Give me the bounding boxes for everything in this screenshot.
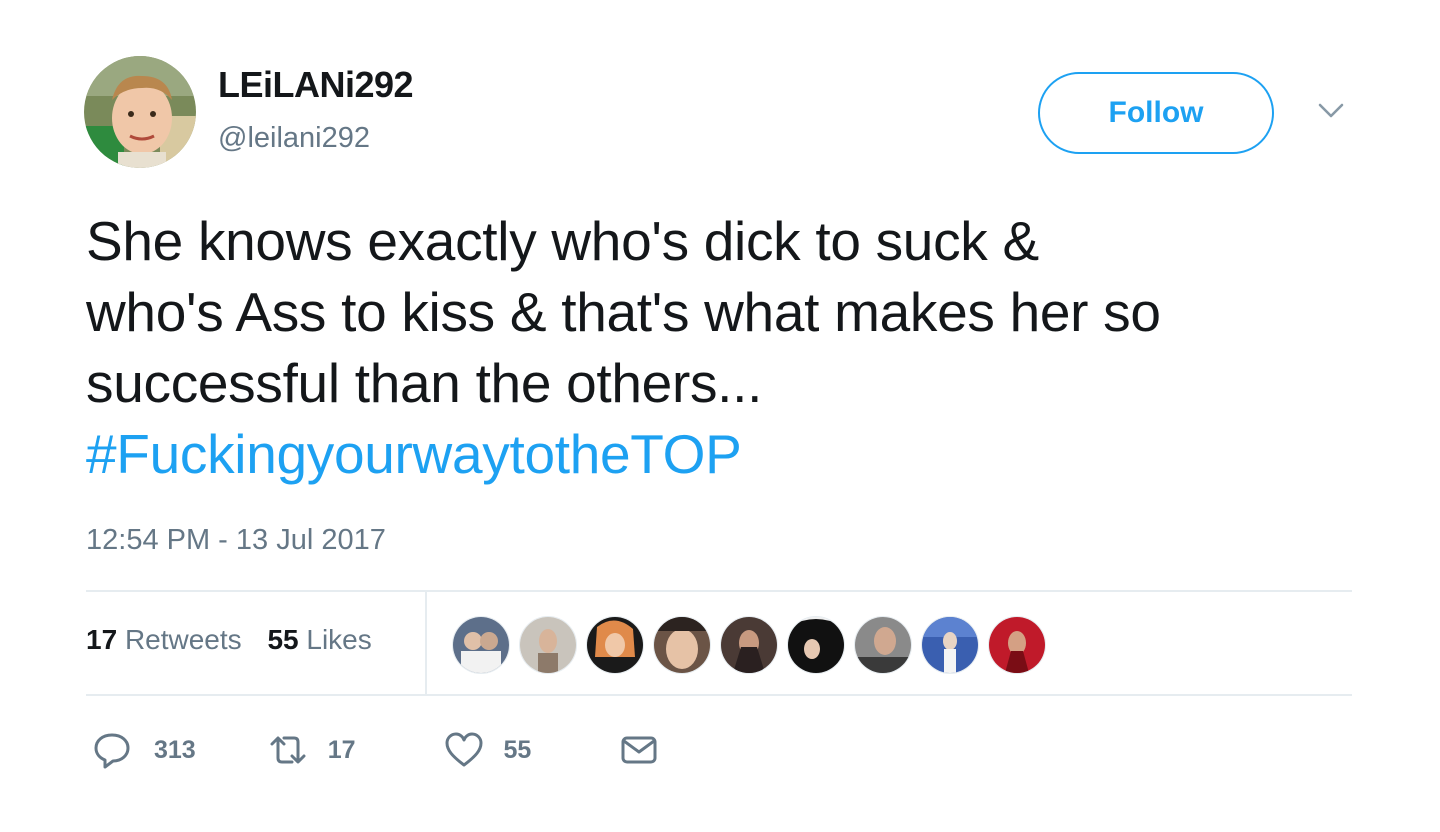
retweet-count: 17: [327, 735, 356, 764]
divider: [86, 694, 1352, 696]
reply-icon: [92, 730, 132, 770]
liker-avatar[interactable]: [921, 616, 979, 674]
liker-avatar[interactable]: [720, 616, 778, 674]
chevron-down-icon[interactable]: [1316, 100, 1346, 122]
liker-avatar[interactable]: [787, 616, 845, 674]
tweet-actions: 313 17 55: [92, 728, 659, 772]
liker-avatar[interactable]: [854, 616, 912, 674]
tweet-text-line: successful than the others...: [86, 352, 763, 414]
tweet-text-line: She knows exactly who's dick to suck &: [86, 210, 1039, 272]
heart-icon: [444, 730, 484, 770]
envelope-icon: [619, 730, 659, 770]
tweet-card: LEiLANi292 @leilani292 Follow She knows …: [0, 0, 1440, 832]
stats-divider: [425, 592, 427, 696]
divider: [86, 590, 1352, 592]
tweet-timestamp[interactable]: 12:54 PM - 13 Jul 2017: [86, 524, 386, 557]
retweet-icon: [266, 730, 310, 770]
tweet-text-line: who's Ass to kiss & that's what makes he…: [86, 281, 1161, 343]
like-count: 55: [503, 735, 532, 764]
reply-button[interactable]: 313: [92, 730, 196, 770]
retweets-count: 17: [86, 624, 118, 655]
liker-avatars: [452, 616, 1055, 674]
display-name[interactable]: LEiLANi292: [218, 64, 414, 106]
liker-avatar[interactable]: [653, 616, 711, 674]
likes-count: 55: [267, 624, 299, 655]
follow-button[interactable]: Follow: [1038, 72, 1274, 154]
liker-avatar[interactable]: [988, 616, 1046, 674]
user-handle[interactable]: @leilani292: [218, 122, 370, 155]
liker-avatar[interactable]: [586, 616, 644, 674]
liker-avatar[interactable]: [519, 616, 577, 674]
likes-label: Likes: [306, 624, 372, 655]
likes-stat[interactable]: 55 Likes: [267, 624, 371, 655]
hashtag-link[interactable]: #FuckingyourwaytotheTOP: [86, 419, 1386, 490]
reply-count: 313: [154, 735, 196, 764]
avatar[interactable]: [84, 56, 196, 168]
retweet-button[interactable]: 17: [266, 730, 356, 770]
tweet-stats: 17 Retweets 55 Likes: [86, 624, 372, 656]
retweets-stat[interactable]: 17 Retweets: [86, 624, 242, 655]
direct-message-button[interactable]: [619, 730, 659, 770]
liker-avatar[interactable]: [452, 616, 510, 674]
tweet-text: She knows exactly who's dick to suck & w…: [86, 206, 1386, 490]
like-button[interactable]: 55: [444, 730, 532, 770]
retweets-label: Retweets: [124, 624, 242, 655]
